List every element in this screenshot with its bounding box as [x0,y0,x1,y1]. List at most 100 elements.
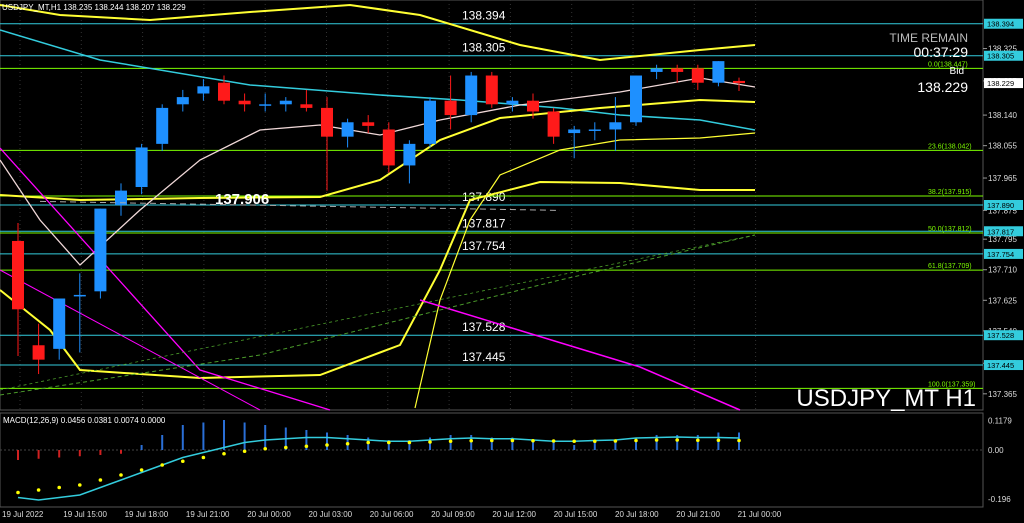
macd-signal-dot [201,455,206,460]
time-tick-label: 20 Jul 09:00 [431,510,475,519]
candle-body [32,345,45,360]
price-axis[interactable]: 138.325138.235138.140138.055137.965137.8… [983,18,1023,399]
level-price-tag-label: 138.305 [987,52,1014,61]
time-tick-label: 19 Jul 18:00 [125,510,169,519]
candle-body [259,104,272,106]
macd-signal-dot [284,445,288,450]
candle-body [671,68,684,72]
price-tick-label: 137.795 [988,235,1017,244]
macd-signal-dot [387,440,391,445]
candle-body [465,75,478,116]
time-axis: 19 Jul 2022 19 Jul 15:00 19 Jul 18:00 19 Ju… [2,510,782,519]
time-remain-label: TIME REMAIN [889,31,968,45]
macd-signal-dot [36,488,41,492]
macd-signal-dot [428,440,432,444]
symbol-watermark: USDJPY_MT H1 [796,385,976,412]
price-tick-label: 137.965 [988,174,1017,183]
macd-signal-dot [613,439,618,443]
support-line-2 [0,234,756,391]
macd-tick-label: 0.00 [988,446,1004,455]
price-tick-label: 137.365 [988,390,1017,399]
time-remain-value: 00:37:29 [914,44,969,60]
candle-body [300,104,313,108]
macd-signal-dot [16,490,20,495]
macd-signal-dot [716,438,721,443]
candle-body [630,75,642,123]
macd-signal-dot [675,438,679,442]
candlesticks [12,61,745,375]
macd-signal-dot [119,473,123,477]
macd-signal-dot [469,438,474,443]
macd-tick-label: -0.196 [988,495,1011,504]
candle-body [403,143,416,166]
indicator-lines [0,3,756,411]
bid-label: Bid [950,66,964,77]
macd-signal-dot [304,444,309,449]
candle-body [135,147,148,188]
level-label: 137.445 [462,350,506,364]
level-price-tag-label: 137.817 [987,227,1014,236]
time-tick-label: 19 Jul 15:00 [63,510,107,519]
candle-body [176,97,189,105]
bollinger-upper-line [0,3,756,62]
level-label: 138.305 [462,41,506,55]
candle-body [650,68,663,72]
bollinger-lower-line [0,180,755,380]
macd-signal-dot [366,440,371,445]
level-price-tag-label: 137.528 [987,331,1014,340]
candle-body [94,208,107,292]
candle-body [321,107,333,137]
candle-body [691,68,704,83]
macd-signal-dot [490,438,494,443]
fib-label: 23.6(138.042) [928,143,972,150]
candle-body [609,122,622,130]
level-price-tag-label: 137.754 [987,250,1014,259]
macd-pane: 0.1179 0.00 -0.196 [0,417,1012,504]
candle-body [341,122,354,137]
price-tick-label: 138.140 [988,111,1017,120]
chart-header-info: USDJPY_MT,H1 138.235 138.244 138.207 138… [2,3,186,12]
price-chart[interactable]: 138.394 138.305 137.890 137.817 137.754 137.5… [0,0,1024,523]
macd-signal-dot [345,441,350,446]
macd-signal-dot [222,451,226,456]
level-label: 137.754 [462,239,506,253]
time-tick-label: 20 Jul 15:00 [554,510,598,519]
macd-signal-dot [325,443,329,447]
annotation-price: 137.906 [215,191,269,208]
macd-signal-dot [98,478,103,482]
macd-signal-dot [181,459,185,464]
time-tick-label: 20 Jul 18:00 [615,510,659,519]
bid-value: 138.229 [917,79,968,95]
level-price-tag-label: 138.394 [987,20,1014,29]
fib-label: 61.8(137.709) [928,263,972,270]
time-tick-label: 19 Jul 21:00 [186,510,230,519]
candle-body [382,129,395,166]
time-tick-label: 20 Jul 21:00 [676,510,720,519]
level-label: 138.394 [462,9,506,23]
trendline-1 [0,147,331,411]
candle-body [568,129,581,134]
macd-signal-dot [263,446,268,451]
macd-signal-dot [139,468,144,472]
level-label: 137.528 [462,320,506,334]
macd-signal-dot [593,439,597,444]
macd-signal-dot [78,483,82,487]
candle-body [712,61,725,83]
candle-body [588,129,601,131]
macd-signal-dot [654,438,659,442]
macd-label: MACD(12,26,9) 0.0456 0.0381 0.0074 0.000… [3,416,166,425]
time-tick-label: 20 Jul 00:00 [247,510,291,519]
candle-body [279,100,292,105]
macd-signal-dot [572,439,576,444]
time-tick-label: 20 Jul 12:00 [492,510,536,519]
time-tick-label: 19 Jul 2022 [2,510,44,519]
macd-signal-dot [531,438,535,443]
candle-body [156,107,169,144]
macd-signal-dot [551,439,556,443]
candle-body [197,86,210,94]
macd-signal-dot [634,438,638,443]
macd-pane-frame [0,412,984,508]
macd-tick-label: 0.1179 [988,417,1012,426]
level-price-tag-label: 137.445 [987,361,1014,370]
candle-body [73,294,86,297]
